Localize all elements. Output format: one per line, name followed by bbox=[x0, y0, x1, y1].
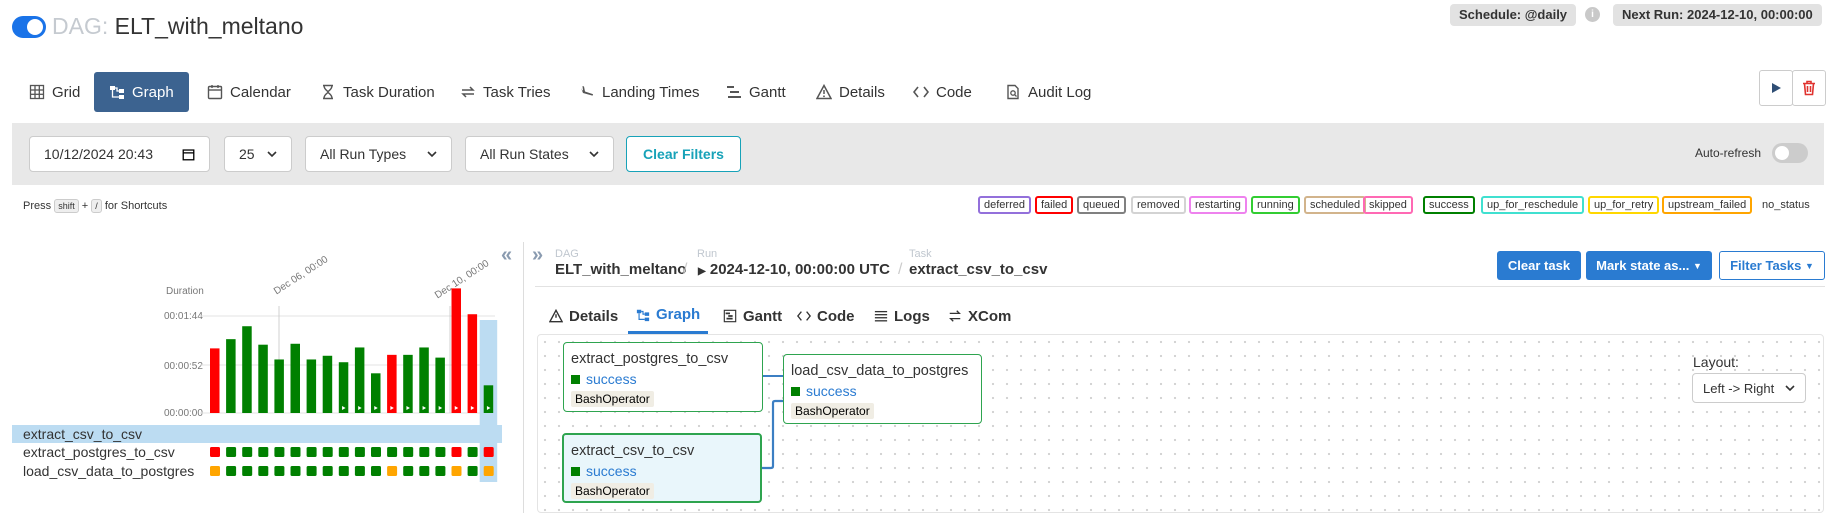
node-name: extract_postgres_to_csv bbox=[571, 351, 729, 367]
node-name: load_csv_data_to_postgres bbox=[791, 363, 969, 379]
node-state-label: success bbox=[586, 371, 637, 387]
node-operator: BashOperator bbox=[571, 391, 654, 407]
node-name: extract_csv_to_csv bbox=[571, 443, 695, 459]
layout-value: Left -> Right bbox=[1703, 380, 1775, 396]
node-state: success bbox=[791, 383, 974, 399]
graph-node-extract-postgres[interactable]: extract_postgres_to_csv success BashOper… bbox=[563, 342, 763, 412]
node-state: success bbox=[571, 371, 755, 387]
graph-edges bbox=[762, 375, 783, 470]
node-operator: BashOperator bbox=[571, 483, 654, 499]
node-state: success bbox=[571, 463, 753, 479]
layout-label: Layout: bbox=[1693, 354, 1739, 370]
graph-node-extract-csv[interactable]: extract_csv_to_csv success BashOperator bbox=[562, 433, 762, 503]
node-state-label: success bbox=[806, 383, 857, 399]
success-square-icon bbox=[791, 386, 800, 396]
success-square-icon bbox=[571, 466, 580, 476]
graph-node-load-csv[interactable]: load_csv_data_to_postgres success BashOp… bbox=[783, 354, 982, 424]
layout-select[interactable]: Left -> Right bbox=[1692, 373, 1806, 403]
success-square-icon bbox=[571, 374, 580, 384]
chevron-down-icon bbox=[1785, 385, 1795, 392]
node-operator: BashOperator bbox=[791, 403, 874, 419]
node-state-label: success bbox=[586, 463, 637, 479]
